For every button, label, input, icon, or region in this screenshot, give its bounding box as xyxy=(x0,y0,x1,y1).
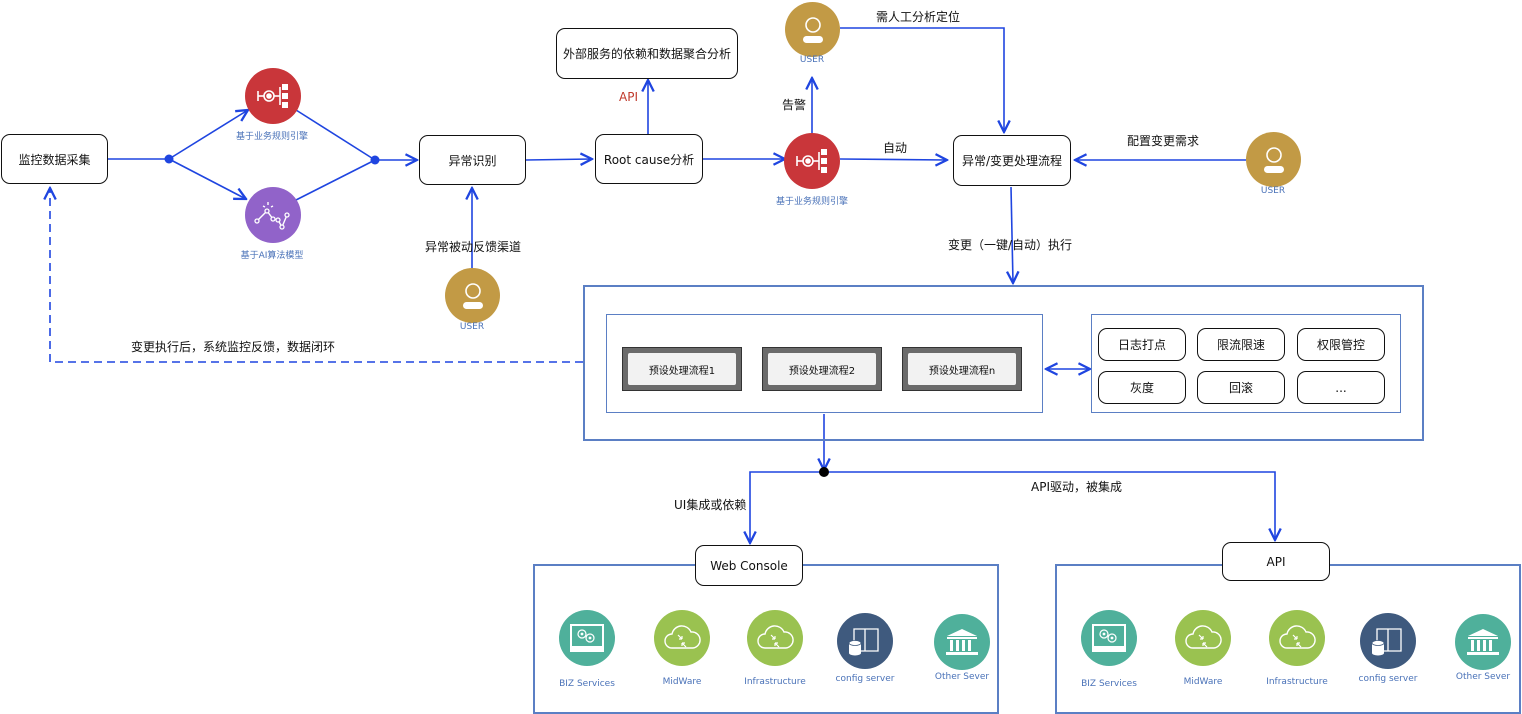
user-node-bottom[interactable] xyxy=(445,268,500,323)
user-caption-bottom: USER xyxy=(459,322,485,332)
join-dot xyxy=(370,155,380,165)
external-analysis-node[interactable]: 外部服务的依赖和数据聚合分析 xyxy=(556,28,738,79)
web-console-node[interactable]: Web Console xyxy=(695,545,803,586)
edge-split-webconsole xyxy=(750,471,824,543)
rule-engine-caption-1: 基于业务规则引擎 xyxy=(235,132,309,142)
edge-rule2-process xyxy=(839,159,947,160)
process-flow-node[interactable]: 异常/变更处理流程 xyxy=(953,135,1071,186)
ai-model-node[interactable] xyxy=(245,187,301,243)
feature-rollback[interactable]: 回滚 xyxy=(1197,371,1285,404)
feature-more[interactable]: ... xyxy=(1297,371,1385,404)
root-cause-node[interactable]: Root cause分析 xyxy=(595,134,703,184)
ui-integration-edge-label: UI集成或依赖 xyxy=(674,498,747,512)
feature-gray-release[interactable]: 灰度 xyxy=(1098,371,1186,404)
preset-flow-n[interactable]: 预设处理流程n xyxy=(902,347,1022,391)
feature-rate-limit[interactable]: 限流限速 xyxy=(1197,328,1285,361)
service-caption: config server xyxy=(835,674,895,684)
fork-dot xyxy=(164,154,174,164)
user-icon xyxy=(1263,146,1284,173)
service-caption: BIZ Services xyxy=(1081,679,1137,689)
user-icon xyxy=(462,282,483,309)
monitor-collect-node[interactable]: 监控数据采集 xyxy=(1,134,108,184)
midware-cloud-icon xyxy=(663,623,701,653)
edge-closed-loop xyxy=(50,188,583,363)
api-edge-label: API xyxy=(619,90,638,104)
service-midware-cloud[interactable] xyxy=(654,610,710,666)
edge-anomaly-rootcause xyxy=(525,159,592,160)
api-node[interactable]: API xyxy=(1222,542,1330,581)
edge-process-exec xyxy=(1011,186,1013,283)
service-other-server[interactable] xyxy=(1455,614,1511,670)
service-other-server[interactable] xyxy=(934,614,990,670)
preset-flow-1[interactable]: 预设处理流程1 xyxy=(622,347,742,391)
execute-edge-label: 变更（一键/自动）执行 xyxy=(948,238,1073,252)
service-caption: MidWare xyxy=(1183,677,1223,687)
manual-edge-label: 需人工分析定位 xyxy=(876,10,961,24)
infrastructure-cloud-icon xyxy=(756,623,794,653)
config-server-icon xyxy=(846,625,884,657)
user-icon xyxy=(802,16,823,43)
rule-engine-icon xyxy=(796,149,827,173)
config-request-edge-label: 配置变更需求 xyxy=(1127,134,1200,148)
alert-edge-label: 告警 xyxy=(782,98,807,112)
biz-services-icon xyxy=(1091,623,1127,653)
biz-services-icon xyxy=(569,623,605,653)
rule-engine-caption-2: 基于业务规则引擎 xyxy=(775,197,849,207)
service-config-server[interactable] xyxy=(837,613,893,669)
ai-chart-icon xyxy=(254,202,290,230)
rule-engine-icon xyxy=(257,84,288,108)
rule-engine-node-1[interactable] xyxy=(245,68,301,124)
service-config-server[interactable] xyxy=(1360,613,1416,669)
service-caption: Infrastructure xyxy=(744,677,806,687)
service-caption: Other Sever xyxy=(1455,672,1511,682)
api-driven-edge-label: API驱动，被集成 xyxy=(1031,480,1122,494)
preset-flow-2[interactable]: 预设处理流程2 xyxy=(762,347,882,391)
user-caption-top: USER xyxy=(799,55,825,65)
service-biz-services[interactable] xyxy=(559,610,615,666)
service-biz-services[interactable] xyxy=(1081,610,1137,666)
infrastructure-cloud-icon xyxy=(1278,623,1316,653)
service-infrastructure-cloud[interactable] xyxy=(747,610,803,666)
service-caption: Other Sever xyxy=(934,672,990,682)
service-caption: MidWare xyxy=(662,677,702,687)
edge-fork-ai xyxy=(168,158,246,199)
service-midware-cloud[interactable] xyxy=(1175,610,1231,666)
config-server-icon xyxy=(1369,625,1407,657)
other-server-icon xyxy=(944,627,980,657)
service-caption: BIZ Services xyxy=(559,679,615,689)
edge-user-process xyxy=(840,27,1004,132)
auto-edge-label: 自动 xyxy=(883,141,908,155)
closed-loop-edge-label: 变更执行后，系统监控反馈，数据闭环 xyxy=(131,340,336,354)
service-infrastructure-cloud[interactable] xyxy=(1269,610,1325,666)
preset-flow-label: 预设处理流程1 xyxy=(628,353,736,385)
passive-feedback-edge-label: 异常被动反馈渠道 xyxy=(425,240,522,254)
preset-flow-label: 预设处理流程n xyxy=(908,353,1016,385)
service-caption: config server xyxy=(1358,674,1418,684)
ai-model-caption: 基于AI算法模型 xyxy=(240,251,304,261)
midware-cloud-icon xyxy=(1184,623,1222,653)
anomaly-detect-node[interactable]: 异常识别 xyxy=(419,135,526,185)
rule-engine-node-2[interactable] xyxy=(784,133,840,189)
preset-flow-label: 预设处理流程2 xyxy=(768,353,876,385)
user-node-top[interactable] xyxy=(785,2,840,57)
edge-ai-join xyxy=(295,159,376,201)
other-server-icon xyxy=(1465,627,1501,657)
service-caption: Infrastructure xyxy=(1266,677,1328,687)
feature-logging[interactable]: 日志打点 xyxy=(1098,328,1186,361)
feature-access-control[interactable]: 权限管控 xyxy=(1297,328,1385,361)
user-node-right[interactable] xyxy=(1246,132,1301,187)
user-caption-right: USER xyxy=(1260,186,1286,196)
split-dot xyxy=(819,467,829,477)
